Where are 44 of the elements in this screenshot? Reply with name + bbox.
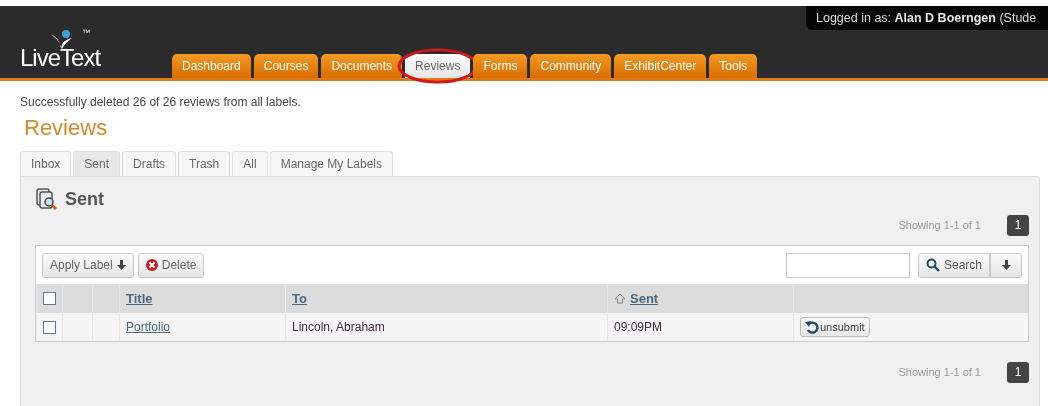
- sub-tab[interactable]: Trash: [178, 151, 231, 176]
- column-header-link[interactable]: Title: [126, 291, 153, 306]
- search-field[interactable]: [785, 252, 910, 278]
- logo-text: LiveText: [20, 44, 101, 72]
- login-status: Logged in as: Alan D Boerngen (Stude: [806, 6, 1048, 30]
- sub-tab[interactable]: Manage My Labels: [269, 151, 394, 176]
- dropdown-button[interactable]: [990, 252, 1022, 278]
- showing-count: Showing 1-1 of 1: [898, 219, 981, 231]
- sub-tab[interactable]: Sent: [73, 151, 121, 176]
- page-title: Reviews: [24, 115, 109, 141]
- apply-label-button[interactable]: Apply Label: [42, 252, 134, 278]
- panel-title: Sent: [65, 188, 104, 210]
- nav-tab[interactable]: Dashboard: [172, 54, 251, 78]
- status-message: Successfully deleted 26 of 26 reviews from all labels.: [20, 95, 302, 109]
- column-header-link[interactable]: Sent: [630, 290, 659, 306]
- page-button[interactable]: 1: [1007, 361, 1029, 383]
- nav-tab[interactable]: Courses: [253, 54, 319, 78]
- page-button[interactable]: 1: [1007, 214, 1029, 236]
- nav-tab[interactable]: Community: [530, 54, 612, 78]
- search-icon: [925, 258, 940, 272]
- unsubmit-button[interactable]: unsubmit: [800, 317, 870, 337]
- review-link[interactable]: Portfolio: [126, 320, 171, 334]
- delete-icon: [145, 259, 158, 271]
- column-header-link[interactable]: To: [292, 291, 307, 306]
- delete-button[interactable]: Delete: [137, 252, 205, 278]
- sub-tab[interactable]: All: [232, 151, 268, 176]
- checkbox[interactable]: [43, 320, 56, 334]
- arrow-down-icon: [116, 260, 126, 270]
- sub-tab[interactable]: Drafts: [122, 151, 177, 176]
- undo-icon: [805, 320, 819, 334]
- trademark: ™: [82, 28, 90, 37]
- document-search-icon: [35, 187, 59, 211]
- nav-tab[interactable]: Forms: [473, 54, 528, 78]
- arrow-down-icon: [1001, 260, 1011, 270]
- showing-count: Showing 1-1 of 1: [898, 366, 981, 378]
- nav-tab[interactable]: Tools: [709, 54, 758, 78]
- nav-tab[interactable]: Reviews: [405, 54, 471, 78]
- nav-tab[interactable]: ExhibitCenter: [614, 54, 707, 78]
- table-cell: 09:09PM: [614, 320, 663, 334]
- search-button[interactable]: Search: [917, 252, 990, 278]
- table-cell: Lincoln, Abraham: [292, 320, 385, 334]
- sub-tab[interactable]: Inbox: [20, 151, 72, 176]
- nav-tab[interactable]: Documents: [321, 54, 403, 78]
- checkbox[interactable]: [43, 292, 56, 305]
